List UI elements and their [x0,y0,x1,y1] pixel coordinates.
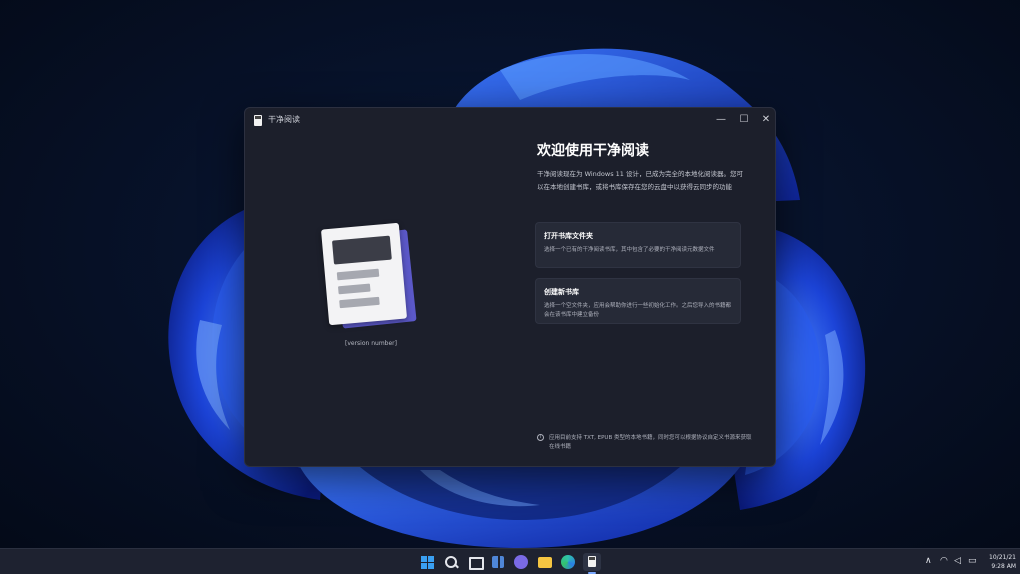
document-line [337,283,371,295]
card-description: 选择一个空文件夹，应用会帮助你进行一些初始化工作。之后您导入的书籍都会在该书库中… [544,303,732,318]
info-icon: i [537,434,544,441]
clock[interactable]: 10/21/21 9:28 AM [982,553,1016,571]
minimize-button[interactable]: — [712,111,730,129]
card-description: 选择一个已有的干净阅读书库，其中包含了必要的干净阅读元数据文件 [544,247,715,253]
file-explorer-icon[interactable] [536,553,554,571]
document-icon [320,222,408,326]
taskbar: ∧ ◠ ◁ ▭ 10/21/21 9:28 AM [0,548,1020,574]
widgets-icon[interactable] [489,553,507,571]
volume-icon[interactable]: ◁ [954,556,961,566]
start-icon[interactable] [418,553,436,571]
clean-reader-icon[interactable] [583,553,601,571]
chat-icon[interactable] [512,553,530,571]
title-bar[interactable]: 干净阅读 — ☐ ✕ [245,108,775,132]
open-library-folder-button[interactable]: 打开书库文件夹 选择一个已有的干净阅读书库，其中包含了必要的干净阅读元数据文件 [535,222,741,268]
welcome-description: 干净阅读现在为 Windows 11 设计，已成为完全的本地化阅读器。您可以在本… [537,170,743,191]
create-new-library-button[interactable]: 创建新书库 选择一个空文件夹，应用会帮助你进行一些初始化工作。之后您导入的书籍都… [535,278,741,324]
welcome-title: 欢迎使用干净阅读 [537,143,649,159]
clock-time: 9:28 AM [991,563,1016,570]
document-header-block [331,235,392,265]
support-note-text: 应用目前支持 TXT, EPUB 类型的本地书籍，同时您可以根据协议自定义书源来… [549,435,752,450]
app-window: 干净阅读 — ☐ ✕ [version number] 欢迎使用干净阅读 干净阅… [244,107,776,467]
chevron-up-icon[interactable]: ∧ [925,556,932,566]
card-title: 打开书库文件夹 [544,232,593,240]
task-view-icon[interactable] [466,553,484,571]
edge-icon[interactable] [559,553,577,571]
version-number: [version number] [345,340,397,347]
document-line [339,296,380,309]
clock-date: 10/21/21 [989,554,1016,561]
close-button[interactable]: ✕ [757,111,775,129]
search-icon[interactable] [442,553,460,571]
app-icon [254,115,262,126]
wifi-icon[interactable]: ◠ [940,556,948,566]
battery-icon[interactable]: ▭ [968,556,977,566]
support-note: i 应用目前支持 TXT, EPUB 类型的本地书籍，同时您可以根据协议自定义书… [537,434,753,452]
maximize-button[interactable]: ☐ [735,111,753,129]
window-title: 干净阅读 [268,115,300,124]
card-title: 创建新书库 [544,288,579,296]
document-line [336,268,380,281]
